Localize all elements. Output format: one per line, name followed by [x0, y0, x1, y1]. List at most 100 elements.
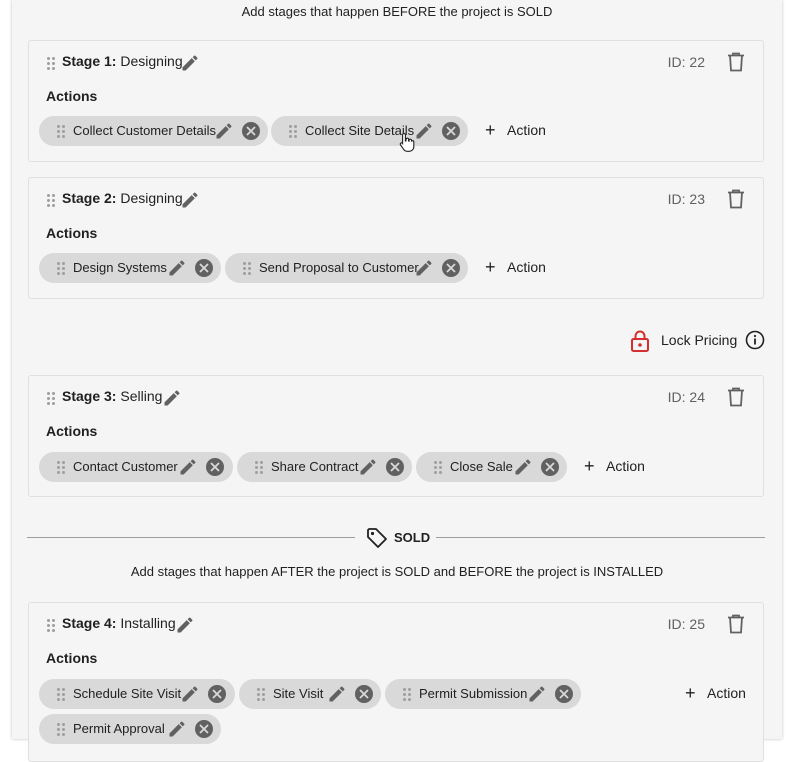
action-chip-label: Collect Site Details: [305, 123, 415, 138]
close-circle-icon[interactable]: [355, 685, 373, 703]
add-action-label: Action: [507, 259, 546, 275]
drag-handle-icon[interactable]: [243, 262, 251, 275]
action-chip[interactable]: Design Systems: [39, 253, 221, 283]
drag-handle-icon[interactable]: [434, 461, 442, 474]
stage-id: ID: 25: [667, 616, 705, 632]
lock-icon[interactable]: [630, 330, 650, 352]
action-chip[interactable]: Close Sale: [416, 452, 567, 482]
pencil-icon[interactable]: [180, 190, 200, 210]
drag-handle-icon[interactable]: [257, 688, 265, 701]
actions-heading: Actions: [46, 225, 98, 241]
add-action-label: Action: [707, 685, 746, 701]
action-chip[interactable]: Permit Approval: [39, 714, 221, 744]
action-chip[interactable]: Site Visit: [239, 679, 381, 709]
drag-handle-icon[interactable]: [47, 194, 55, 207]
before-sold-hint: Add stages that happen BEFORE the projec…: [241, 4, 553, 19]
action-chip-label: Permit Approval: [73, 721, 165, 736]
lock-pricing-row: Lock Pricing: [630, 329, 780, 353]
drag-handle-icon[interactable]: [47, 392, 55, 405]
drag-handle-icon[interactable]: [57, 262, 65, 275]
pencil-icon[interactable]: [327, 684, 347, 704]
stage-title: Stage 1: Designing: [62, 53, 183, 69]
close-circle-icon[interactable]: [208, 685, 226, 703]
pencil-icon[interactable]: [180, 53, 200, 73]
drag-handle-icon[interactable]: [57, 723, 65, 736]
close-circle-icon[interactable]: [206, 458, 224, 476]
action-chip[interactable]: Collect Customer Details: [39, 116, 268, 146]
divider-line: [27, 537, 355, 538]
lock-pricing-label[interactable]: Lock Pricing: [661, 332, 737, 348]
actions-heading: Actions: [46, 88, 98, 104]
divider-line: [436, 537, 765, 538]
stage-id: ID: 23: [667, 191, 705, 207]
action-chip[interactable]: Send Proposal to Customer: [225, 253, 468, 283]
sold-divider-label: SOLD: [394, 530, 431, 545]
pencil-icon[interactable]: [178, 457, 198, 477]
trash-icon[interactable]: [727, 614, 745, 634]
close-circle-icon[interactable]: [541, 458, 559, 476]
pencil-icon[interactable]: [180, 684, 200, 704]
pencil-icon[interactable]: [414, 258, 434, 278]
actions-heading: Actions: [46, 650, 98, 666]
after-sold-hint: Add stages that happen AFTER the project…: [130, 564, 664, 579]
add-action-label: Action: [507, 122, 546, 138]
stage-card-1: Stage 1: Designing ID: 22 Actions Collec…: [28, 40, 764, 162]
action-chip-label: Site Visit: [273, 686, 324, 701]
trash-icon[interactable]: [727, 52, 745, 72]
action-chip-label: Design Systems: [73, 260, 167, 275]
pencil-icon[interactable]: [175, 615, 195, 635]
action-chip-label: Contact Customer: [73, 459, 178, 474]
action-chip-label: Schedule Site Visit: [73, 686, 182, 701]
pencil-icon[interactable]: [358, 457, 378, 477]
drag-handle-icon[interactable]: [57, 688, 65, 701]
plus-icon: +: [685, 683, 696, 703]
drag-handle-icon[interactable]: [57, 125, 65, 138]
pencil-icon[interactable]: [527, 684, 547, 704]
action-chip[interactable]: Permit Submission: [385, 679, 581, 709]
action-chip-label: Share Contract: [271, 459, 359, 474]
action-chip[interactable]: Contact Customer: [39, 452, 233, 482]
action-chip[interactable]: Collect Site Details: [271, 116, 468, 152]
stage-card-4: Stage 4: Installing ID: 25 Actions Sched…: [28, 602, 764, 762]
pencil-icon[interactable]: [167, 258, 187, 278]
drag-handle-icon[interactable]: [57, 461, 65, 474]
info-icon[interactable]: [745, 330, 765, 350]
stage-title: Stage 2: Designing: [62, 190, 183, 206]
action-chip-label: Permit Submission: [419, 686, 528, 701]
close-circle-icon[interactable]: [195, 720, 213, 738]
drag-handle-icon[interactable]: [403, 688, 411, 701]
stage-name: Selling: [120, 388, 163, 404]
action-chip[interactable]: Schedule Site Visit: [39, 679, 235, 709]
stage-card-2: Stage 2: Designing ID: 23 Actions Design…: [28, 177, 764, 299]
trash-icon[interactable]: [727, 189, 745, 209]
action-chip[interactable]: Share Contract: [237, 452, 412, 482]
close-circle-icon[interactable]: [442, 259, 460, 277]
pencil-icon[interactable]: [214, 121, 234, 141]
trash-icon[interactable]: [727, 387, 745, 407]
stage-prefix: Stage 4:: [62, 615, 117, 631]
close-circle-icon[interactable]: [242, 122, 260, 140]
stage-prefix: Stage 2:: [62, 190, 117, 206]
pencil-icon[interactable]: [167, 719, 187, 739]
pencil-icon[interactable]: [513, 457, 533, 477]
drag-handle-icon[interactable]: [47, 57, 55, 70]
pencil-icon[interactable]: [162, 388, 182, 408]
action-chip-label: Close Sale: [450, 459, 513, 474]
close-circle-icon[interactable]: [386, 458, 404, 476]
close-circle-icon[interactable]: [442, 122, 460, 140]
hand-pointer-cursor: [399, 132, 415, 152]
action-chip-label: Collect Customer Details: [73, 123, 217, 138]
stage-name: Installing: [120, 615, 176, 631]
close-circle-icon[interactable]: [195, 259, 213, 277]
stage-name: Designing: [120, 190, 183, 206]
pencil-icon[interactable]: [414, 121, 434, 141]
drag-handle-icon[interactable]: [47, 619, 55, 632]
stage-card-3: Stage 3: Selling ID: 24 Actions Contact …: [28, 375, 764, 497]
drag-handle-icon[interactable]: [289, 125, 297, 138]
drag-handle-icon[interactable]: [255, 461, 263, 474]
plus-icon: +: [584, 456, 595, 476]
stage-id: ID: 22: [667, 54, 705, 70]
stages-panel: Add stages that happen BEFORE the projec…: [12, 0, 782, 762]
close-circle-icon[interactable]: [555, 685, 573, 703]
stage-title: Stage 4: Installing: [62, 615, 176, 631]
